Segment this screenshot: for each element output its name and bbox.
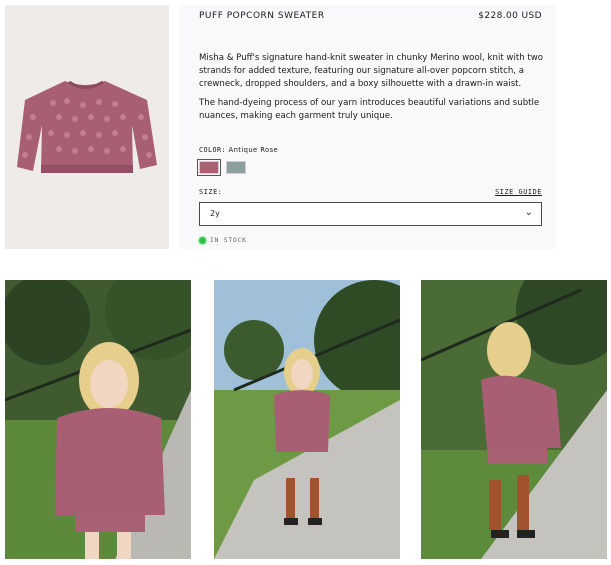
status-dot-icon	[199, 237, 206, 244]
child-on-stairs-photo	[421, 280, 607, 559]
color-swatch-antique-rose[interactable]	[197, 159, 221, 176]
lifestyle-photo-2[interactable]	[214, 280, 400, 559]
product-price: $228.00 USD	[478, 11, 542, 21]
product-description: Misha & Puff's signature hand-knit sweat…	[199, 52, 544, 129]
product-title: PUFF POPCORN SWEATER	[199, 11, 325, 21]
selected-color-name: Antique Rose	[228, 146, 279, 154]
product-info-panel: PUFF POPCORN SWEATER $228.00 USD Misha &…	[179, 5, 556, 249]
lifestyle-photo-3[interactable]	[421, 280, 607, 559]
child-on-stairs-photo	[5, 280, 191, 559]
description-paragraph: The hand-dyeing process of our yarn intr…	[199, 98, 540, 121]
stock-label: IN STOCK	[210, 237, 247, 244]
size-select[interactable]: 2y ⌄	[199, 202, 542, 226]
stock-status: IN STOCK	[199, 237, 247, 244]
child-on-stairs-photo	[214, 280, 400, 559]
size-selected-value: 2y	[210, 209, 220, 218]
lifestyle-photo-1[interactable]	[5, 280, 191, 559]
color-swatch-sage[interactable]	[226, 161, 246, 174]
size-guide-link[interactable]: SIZE GUIDE	[495, 188, 542, 196]
size-label: SIZE:	[199, 188, 223, 196]
color-label: COLOR:	[199, 146, 226, 154]
description-paragraph: Misha & Puff's signature hand-knit sweat…	[199, 53, 544, 89]
color-swatches	[197, 159, 246, 176]
chevron-down-icon: ⌄	[524, 207, 533, 218]
sweater-flatlay-image	[5, 5, 169, 249]
color-selector-label: COLOR: Antique Rose	[199, 146, 278, 154]
product-hero-image[interactable]	[5, 5, 169, 249]
